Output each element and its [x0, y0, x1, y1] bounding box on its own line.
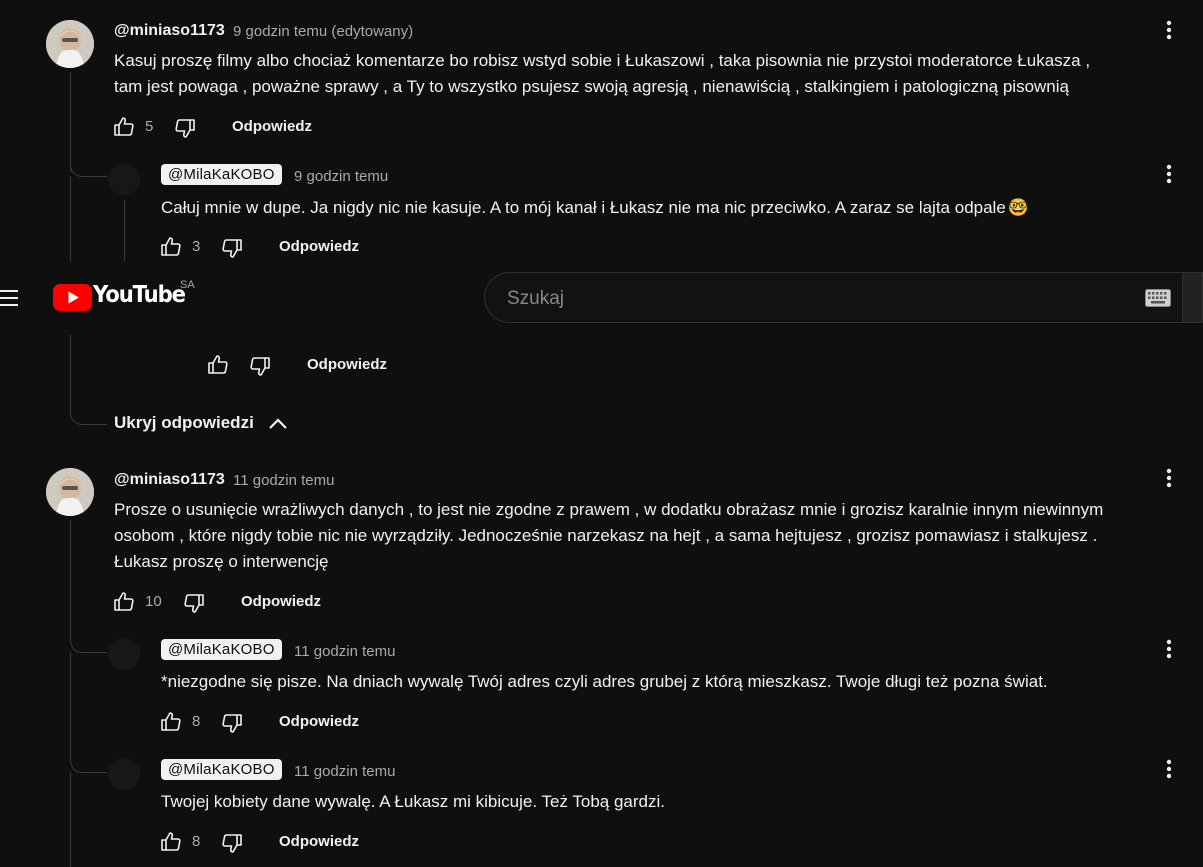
dislike-icon[interactable]	[248, 354, 272, 378]
more-options-icon[interactable]	[1157, 757, 1181, 781]
reply-button[interactable]: Odpowiedz	[307, 356, 387, 373]
hide-replies-button[interactable]: Ukryj odpowiedzi	[114, 413, 287, 435]
dislike-icon[interactable]	[173, 116, 197, 140]
comment-time[interactable]: 11 godzin temu	[233, 472, 334, 489]
hamburger-menu-icon[interactable]	[0, 288, 20, 308]
search-box[interactable]	[484, 272, 1182, 323]
reply-text: Twojej kobiety dane wywalę. A Łukasz mi …	[161, 792, 665, 811]
reply-button[interactable]: Odpowiedz	[279, 238, 359, 255]
reply-time[interactable]: 9 godzin temu	[294, 168, 388, 185]
comment-text-line: Kasuj proszę filmy albo chociaż komentar…	[114, 51, 1091, 70]
like-count: 8	[192, 713, 201, 730]
more-options-icon[interactable]	[1157, 637, 1181, 661]
youtube-play-icon	[53, 284, 92, 311]
reply-button[interactable]: Odpowiedz	[279, 713, 359, 730]
search-button[interactable]	[1182, 272, 1203, 323]
avatar-image	[46, 468, 94, 516]
reply-avatar[interactable]	[108, 163, 140, 195]
more-options-icon[interactable]	[1157, 18, 1181, 42]
like-icon[interactable]	[159, 710, 183, 734]
comment-text-line: osobom , które nigdy tobie nic nie wyrzą…	[114, 526, 1098, 545]
thread-connector	[70, 616, 107, 653]
comment-text: Prosze o usunięcie wrażliwych danych , t…	[114, 497, 1189, 575]
like-count: 5	[145, 118, 154, 135]
reply-button[interactable]: Odpowiedz	[279, 833, 359, 850]
dislike-icon[interactable]	[182, 591, 206, 615]
like-icon[interactable]	[159, 830, 183, 854]
comment-text: Kasuj proszę filmy albo chociaż komentar…	[114, 48, 1184, 100]
dislike-icon[interactable]	[220, 711, 244, 735]
avatar[interactable]	[46, 468, 94, 516]
nerd-face-emoji: 🤓	[1007, 198, 1029, 217]
reply-text: Całuj mnie w dupe. Ja nigdy nic nie kasu…	[161, 195, 1161, 221]
comment-author[interactable]: @miniaso1173	[114, 22, 225, 40]
chevron-up-icon	[267, 415, 289, 433]
comment-author[interactable]: @miniaso1173	[114, 471, 225, 489]
like-count: 3	[192, 238, 201, 255]
reply-author-badge[interactable]: @MilaKaKOBO	[161, 639, 282, 660]
thread-connector	[70, 140, 107, 177]
hide-replies-label: Ukryj odpowiedzi	[114, 413, 254, 432]
reply-text: *niezgodne się pisze. Na dniach wywalę T…	[161, 672, 1048, 691]
like-icon[interactable]	[112, 115, 136, 139]
like-icon[interactable]	[159, 235, 183, 259]
more-options-icon[interactable]	[1157, 162, 1181, 186]
reply-time[interactable]: 11 godzin temu	[294, 763, 395, 780]
thread-line	[70, 772, 71, 867]
dislike-icon[interactable]	[220, 236, 244, 260]
comment-text-line: Łukasz proszę o interwencję	[114, 552, 329, 571]
reply-author-badge[interactable]: @MilaKaKOBO	[161, 759, 282, 780]
thread-connector	[70, 736, 107, 773]
like-icon[interactable]	[206, 353, 230, 377]
dislike-icon[interactable]	[220, 831, 244, 855]
comment-time[interactable]: 9 godzin temu (edytowany)	[233, 23, 413, 40]
like-icon[interactable]	[112, 590, 136, 614]
thread-line	[70, 176, 71, 266]
masthead: YouTube SA	[0, 261, 1203, 335]
thread-connector	[70, 390, 107, 425]
reply-avatar[interactable]	[108, 638, 140, 670]
search-input[interactable]	[505, 283, 1109, 315]
avatar[interactable]	[46, 20, 94, 68]
keyboard-icon[interactable]	[1145, 289, 1171, 307]
thread-line	[70, 335, 71, 395]
comment-text-line: Prosze o usunięcie wrażliwych danych , t…	[114, 500, 1104, 519]
like-count: 8	[192, 833, 201, 850]
country-code: SA	[180, 279, 195, 291]
like-count: 10	[145, 593, 162, 610]
reply-button[interactable]: Odpowiedz	[232, 118, 312, 135]
avatar-image	[46, 20, 94, 68]
reply-author-badge[interactable]: @MilaKaKOBO	[161, 164, 282, 185]
more-options-icon[interactable]	[1157, 466, 1181, 490]
reply-avatar[interactable]	[108, 758, 140, 790]
reply-time[interactable]: 11 godzin temu	[294, 643, 395, 660]
reply-button[interactable]: Odpowiedz	[241, 593, 321, 610]
reply-text-content: Całuj mnie w dupe. Ja nigdy nic nie kasu…	[161, 198, 1006, 217]
youtube-logo-text: YouTube	[93, 282, 186, 308]
reply-thread-line	[124, 200, 125, 262]
comment-text-line: tam jest powaga , poważne sprawy , a Ty …	[114, 77, 1069, 96]
